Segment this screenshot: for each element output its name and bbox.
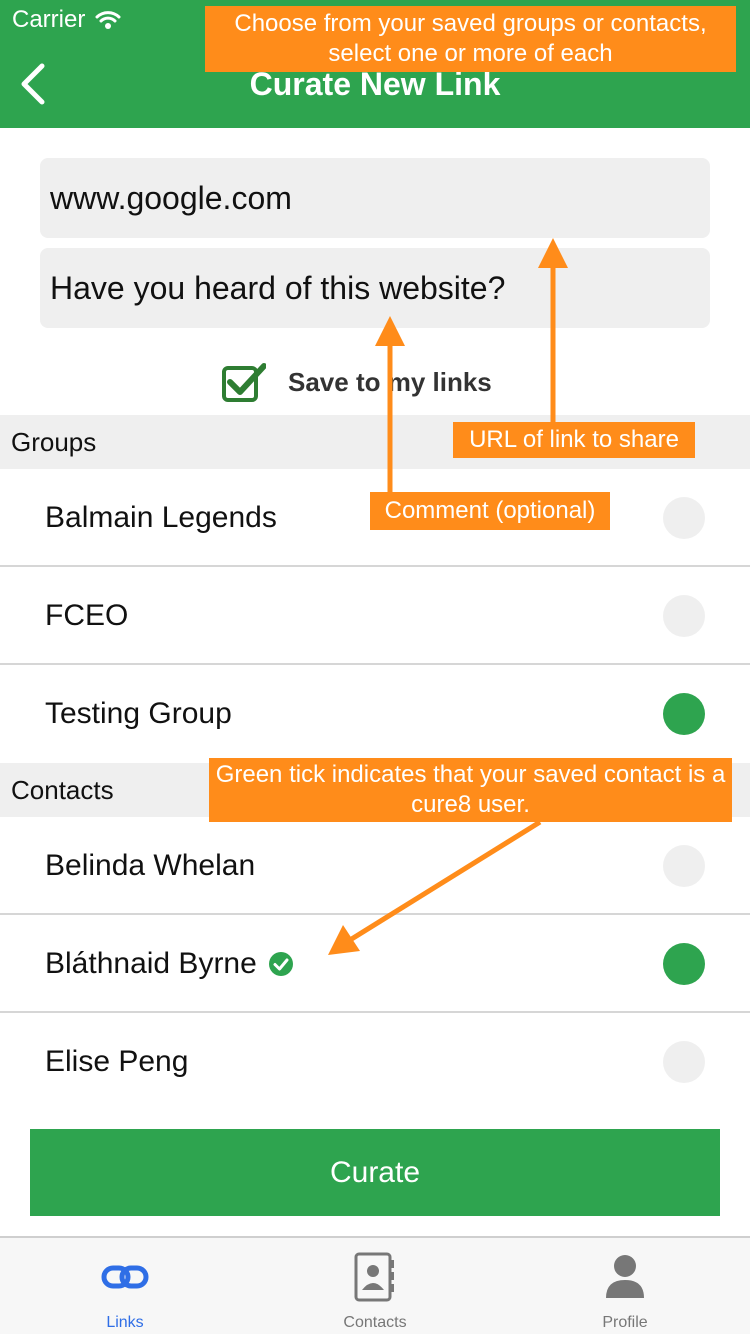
checkbox-checked-icon[interactable] (222, 362, 266, 402)
select-radio[interactable] (663, 1041, 705, 1083)
curate-button[interactable]: Curate (30, 1129, 720, 1216)
select-radio[interactable] (663, 497, 705, 539)
contact-row[interactable]: Elise Peng (0, 1013, 750, 1111)
group-name: Testing Group (45, 697, 232, 730)
group-name: Balmain Legends (45, 501, 277, 534)
tab-contacts[interactable]: Contacts (250, 1238, 500, 1334)
cure8-user-check-icon (268, 952, 293, 976)
annotation-url: URL of link to share (453, 422, 695, 458)
tab-label: Contacts (343, 1314, 407, 1331)
save-to-links-toggle[interactable]: Save to my links (222, 362, 492, 402)
save-to-links-label: Save to my links (288, 366, 492, 397)
contact-row[interactable]: Belinda Whelan (0, 817, 750, 915)
annotation-green-tick: Green tick indicates that your saved con… (209, 758, 732, 822)
annotation-comment: Comment (optional) (370, 492, 610, 530)
url-input[interactable] (40, 158, 710, 238)
group-name: FCEO (45, 599, 129, 632)
select-radio[interactable] (663, 595, 705, 637)
contacts-book-icon (354, 1252, 394, 1302)
link-icon (101, 1265, 149, 1289)
contact-row[interactable]: Bláthnaid Byrne (0, 915, 750, 1013)
tab-label: Links (106, 1314, 144, 1331)
tab-label: Profile (602, 1314, 648, 1331)
contact-name: Bláthnaid Byrne (45, 947, 257, 980)
tab-profile[interactable]: Profile (500, 1238, 750, 1334)
tab-bar: Links Contacts Profile (0, 1236, 750, 1334)
select-radio[interactable] (663, 845, 705, 887)
tab-links[interactable]: Links (0, 1238, 250, 1334)
comment-input[interactable] (40, 248, 710, 328)
person-icon (606, 1255, 644, 1298)
status-bar: Carrier (12, 6, 121, 34)
carrier-label: Carrier (12, 6, 86, 33)
group-row[interactable]: Testing Group (0, 665, 750, 763)
wifi-icon (95, 11, 121, 29)
group-row[interactable]: FCEO (0, 567, 750, 665)
contact-name: Belinda Whelan (45, 849, 256, 882)
contact-name: Elise Peng (45, 1045, 189, 1078)
select-radio-selected[interactable] (663, 693, 705, 735)
annotation-select-recipients: Choose from your saved groups or contact… (205, 6, 736, 72)
select-radio-selected[interactable] (663, 943, 705, 985)
